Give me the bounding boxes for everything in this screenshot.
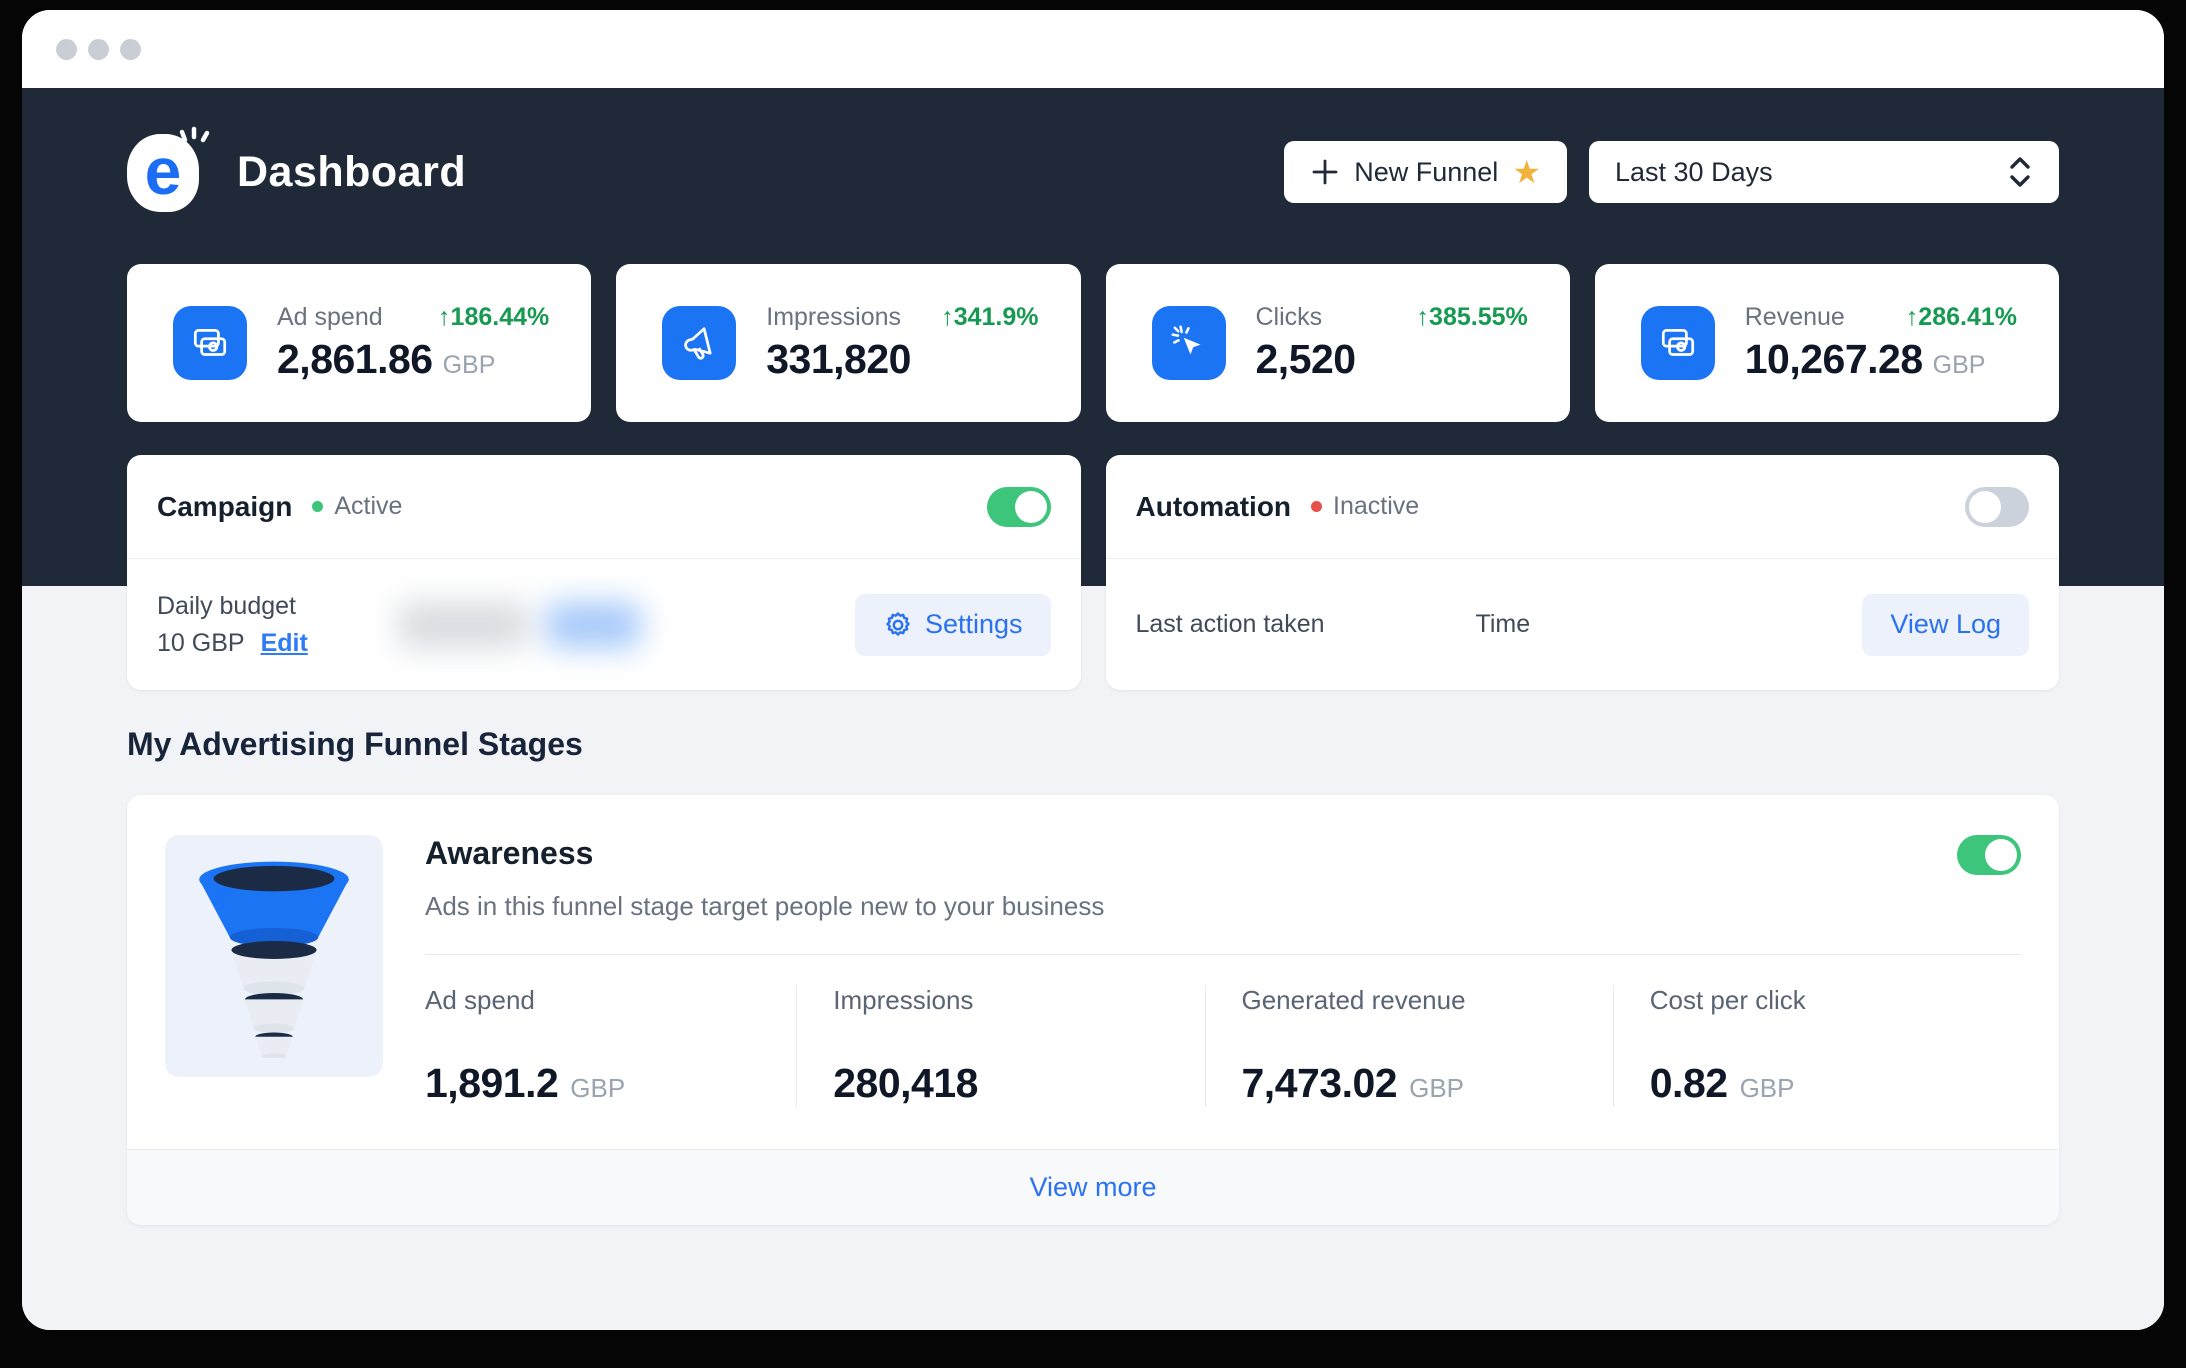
funnel-illustration (165, 835, 383, 1077)
status-dot-inactive (1311, 501, 1322, 512)
metric-currency: GBP (1409, 1073, 1464, 1104)
metric-value: 1,891.2 (425, 1060, 558, 1107)
last-action-label: Last action taken (1136, 610, 1476, 639)
kpi-currency: GBP (1933, 351, 1986, 380)
page-title: Dashboard (237, 148, 466, 197)
status-dot-active (312, 501, 323, 512)
kpi-delta: ↑186.44% (438, 303, 549, 332)
window-control-dot (56, 39, 77, 60)
kpi-value: 2,861.86 (277, 336, 433, 383)
new-funnel-button[interactable]: New Funnel ★ (1284, 141, 1567, 203)
metric-impressions: Impressions 280,418 (796, 985, 1204, 1107)
kpi-cards-row: Ad spend ↑186.44% 2,861.86 GBP (127, 264, 2059, 422)
megaphone-icon (662, 306, 736, 380)
metric-label: Generated revenue (1242, 985, 1613, 1016)
kpi-label: Revenue (1745, 303, 1845, 332)
campaign-status: Active (334, 492, 402, 521)
metric-value: 0.82 (1650, 1060, 1728, 1107)
kpi-card-impressions: Impressions ↑341.9% 331,820 (616, 264, 1080, 422)
kpi-card-ad-spend: Ad spend ↑186.44% 2,861.86 GBP (127, 264, 591, 422)
kpi-label: Ad spend (277, 303, 383, 332)
kpi-currency: GBP (443, 351, 496, 380)
star-icon: ★ (1512, 156, 1541, 188)
new-funnel-label: New Funnel (1354, 157, 1498, 188)
time-label: Time (1476, 610, 1531, 639)
daily-budget-value: 10 GBP (157, 629, 245, 658)
stage-title: Awareness (425, 835, 593, 872)
funnel-section-heading: My Advertising Funnel Stages (127, 726, 2059, 763)
sparkle-icon (177, 126, 213, 160)
stage-description: Ads in this funnel stage target people n… (425, 891, 2021, 922)
metric-ad-spend: Ad spend 1,891.2 GBP (425, 985, 796, 1107)
page-body: Campaign Active Daily budget 10 GBP Edit (22, 586, 2164, 1330)
metric-label: Ad spend (425, 985, 796, 1016)
daily-budget-label: Daily budget (157, 592, 308, 621)
window-titlebar (22, 10, 2164, 88)
view-more-link[interactable]: View more (1029, 1172, 1156, 1203)
kpi-label: Impressions (766, 303, 901, 332)
campaign-toggle[interactable] (987, 487, 1051, 527)
app-logo: e (127, 130, 211, 214)
gear-icon (883, 610, 913, 640)
kpi-label: Clicks (1256, 303, 1323, 332)
kpi-value: 2,520 (1256, 336, 1356, 383)
metric-currency: GBP (1740, 1073, 1795, 1104)
view-log-button[interactable]: View Log (1862, 594, 2029, 656)
metric-cost-per-click: Cost per click 0.82 GBP (1613, 985, 2021, 1107)
edit-budget-link[interactable]: Edit (261, 629, 308, 658)
date-range-select[interactable]: Last 30 Days (1589, 141, 2059, 203)
awareness-stage-card: Awareness Ads in this funnel stage targe… (127, 795, 2059, 1225)
automation-toggle[interactable] (1965, 487, 2029, 527)
funnel-card-footer: View more (127, 1149, 2059, 1225)
kpi-card-clicks: Clicks ↑385.55% 2,520 (1106, 264, 1570, 422)
metric-generated-revenue: Generated revenue 7,473.02 GBP (1205, 985, 1613, 1107)
awareness-toggle[interactable] (1957, 835, 2021, 875)
kpi-delta: ↑341.9% (941, 303, 1038, 332)
kpi-value: 331,820 (766, 336, 911, 383)
kpi-delta: ↑286.41% (1906, 303, 2017, 332)
blurred-content (398, 602, 641, 648)
automation-title: Automation (1136, 491, 1292, 523)
banknotes-icon (1641, 306, 1715, 380)
metric-currency: GBP (570, 1073, 625, 1104)
cursor-click-icon (1152, 306, 1226, 380)
logo-letter: e (145, 138, 182, 204)
automation-card: Automation Inactive Last action taken Ti… (1106, 455, 2060, 690)
automation-status: Inactive (1333, 492, 1419, 521)
window-control-dot (120, 39, 141, 60)
plus-icon (1310, 157, 1340, 187)
metric-label: Impressions (833, 985, 1204, 1016)
metric-value: 280,418 (833, 1060, 978, 1107)
window-control-dot (88, 39, 109, 60)
settings-button[interactable]: Settings (855, 594, 1051, 656)
view-log-label: View Log (1890, 609, 2001, 640)
stage-metrics: Ad spend 1,891.2 GBP Impressions 280,418 (425, 955, 2021, 1107)
date-range-value: Last 30 Days (1615, 157, 1773, 188)
settings-label: Settings (925, 609, 1023, 640)
campaign-card: Campaign Active Daily budget 10 GBP Edit (127, 455, 1081, 690)
kpi-value: 10,267.28 (1745, 336, 1923, 383)
metric-value: 7,473.02 (1242, 1060, 1398, 1107)
campaign-title: Campaign (157, 491, 292, 523)
chevron-updown-icon (2007, 154, 2033, 190)
kpi-card-revenue: Revenue ↑286.41% 10,267.28 GBP (1595, 264, 2059, 422)
kpi-delta: ↑385.55% (1417, 303, 1528, 332)
banknotes-icon (173, 306, 247, 380)
metric-label: Cost per click (1650, 985, 2021, 1016)
app-window: e Dashboard (22, 10, 2164, 1330)
